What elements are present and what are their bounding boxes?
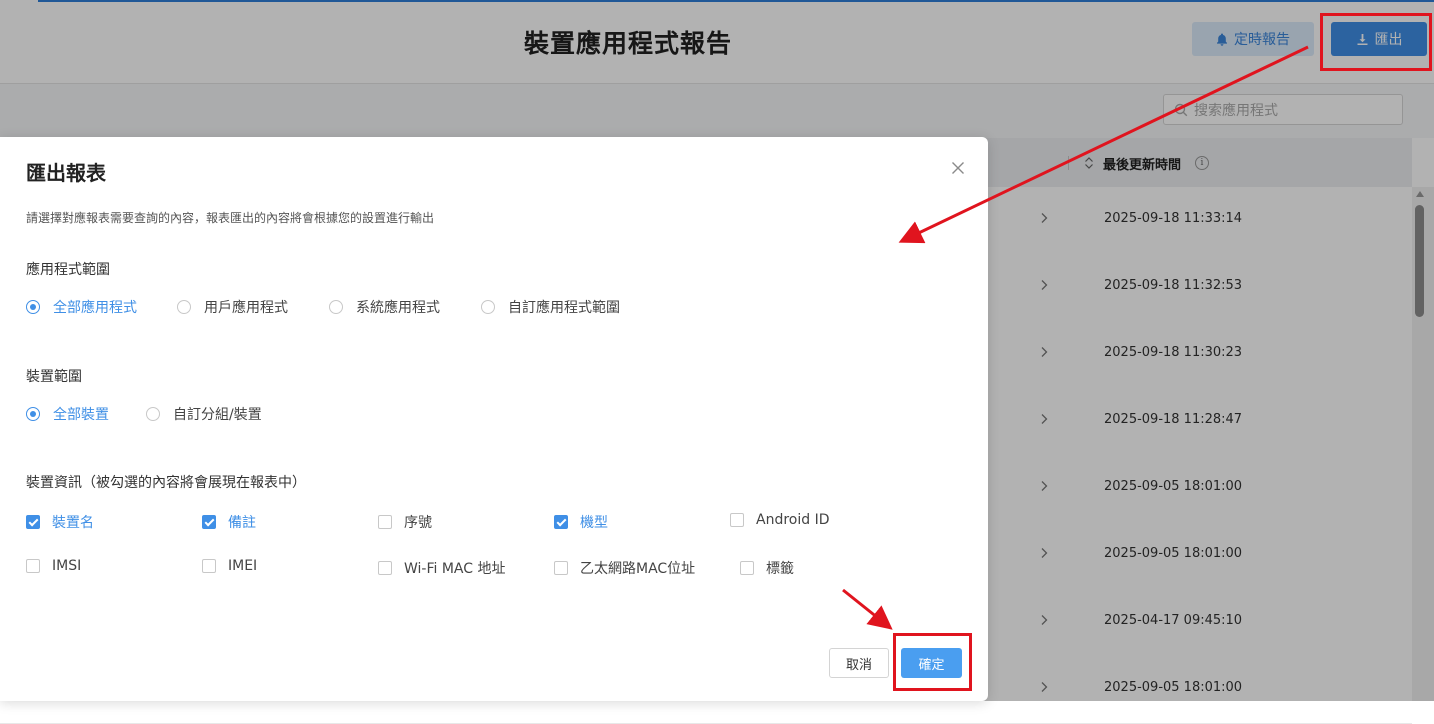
device-info-label: 裝置資訊（被勾選的內容將會展現在報表中） (26, 475, 306, 491)
radio-button[interactable] (329, 300, 343, 314)
device-info-option-2[interactable]: 序號 (378, 512, 432, 532)
option-label: Wi-Fi MAC 地址 (404, 561, 506, 577)
option-label: 裝置名 (52, 515, 94, 531)
device-info-option-9[interactable]: 標籤 (740, 558, 794, 578)
checkbox[interactable] (554, 561, 568, 575)
close-icon[interactable] (949, 159, 967, 177)
device-info-option-8[interactable]: 乙太網路MAC位址 (554, 558, 695, 578)
option-label: 全部裝置 (53, 407, 109, 423)
checkbox[interactable] (26, 559, 40, 573)
device-scope-label: 裝置範圍 (26, 369, 82, 385)
radio-button[interactable] (146, 407, 160, 421)
checkbox[interactable] (378, 515, 392, 529)
checkbox[interactable] (26, 515, 40, 529)
dialog-description: 請選擇對應報表需要查詢的內容，報表匯出的內容將會根據您的設置進行輸出 (26, 211, 435, 225)
app-scope-option-2[interactable]: 系統應用程式 (329, 297, 440, 317)
device-info-option-4[interactable]: Android ID (730, 512, 830, 528)
checkbox[interactable] (730, 513, 744, 527)
confirm-highlight-box (893, 633, 972, 691)
app-scope-option-3[interactable]: 自訂應用程式範圍 (481, 297, 620, 317)
checkbox[interactable] (202, 515, 216, 529)
option-label: 自訂分組/裝置 (173, 407, 262, 423)
radio-button[interactable] (26, 407, 40, 421)
device-scope-option-0[interactable]: 全部裝置 (26, 404, 109, 424)
app-scope-option-0[interactable]: 全部應用程式 (26, 297, 137, 317)
export-highlight-box (1320, 13, 1432, 71)
device-info-option-5[interactable]: IMSI (26, 558, 81, 574)
checkbox[interactable] (740, 561, 754, 575)
checkbox[interactable] (554, 515, 568, 529)
app-scope-label: 應用程式範圍 (26, 262, 110, 278)
radio-button[interactable] (481, 300, 495, 314)
option-label: 乙太網路MAC位址 (580, 561, 696, 577)
checkbox[interactable] (378, 561, 392, 575)
option-label: Android ID (756, 512, 830, 528)
radio-button[interactable] (177, 300, 191, 314)
export-report-dialog: 匯出報表 請選擇對應報表需要查詢的內容，報表匯出的內容將會根據您的設置進行輸出 … (0, 137, 988, 701)
option-label: 備註 (228, 515, 256, 531)
checkbox[interactable] (202, 559, 216, 573)
option-label: IMSI (52, 558, 82, 574)
option-label: 機型 (580, 515, 608, 531)
option-label: 自訂應用程式範圍 (508, 300, 620, 316)
dialog-title: 匯出報表 (26, 161, 106, 185)
option-label: 系統應用程式 (356, 300, 440, 316)
option-label: 用戶應用程式 (204, 300, 288, 316)
device-info-option-1[interactable]: 備註 (202, 512, 256, 532)
device-info-option-3[interactable]: 機型 (554, 512, 608, 532)
device-info-option-0[interactable]: 裝置名 (26, 512, 94, 532)
option-label: 全部應用程式 (53, 300, 137, 316)
option-label: 標籤 (766, 561, 794, 577)
device-info-option-6[interactable]: IMEI (202, 558, 257, 574)
device-scope-option-1[interactable]: 自訂分組/裝置 (146, 404, 262, 424)
cancel-button[interactable]: 取消 (829, 648, 889, 678)
device-info-option-7[interactable]: Wi-Fi MAC 地址 (378, 558, 506, 578)
app-scope-option-1[interactable]: 用戶應用程式 (177, 297, 288, 317)
option-label: IMEI (228, 558, 258, 574)
radio-button[interactable] (26, 300, 40, 314)
option-label: 序號 (404, 515, 432, 531)
